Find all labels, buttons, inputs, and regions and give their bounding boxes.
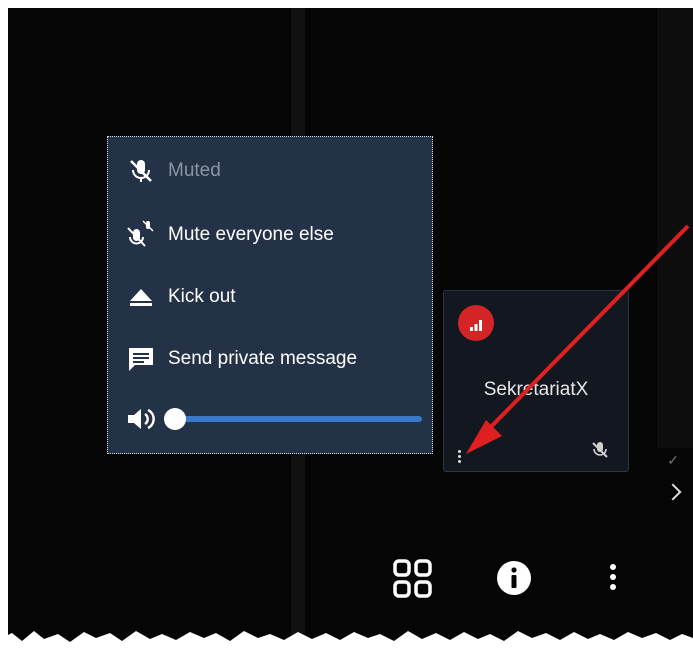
- grid-view-icon[interactable]: [392, 558, 434, 605]
- info-icon[interactable]: [496, 560, 532, 601]
- more-options-icon[interactable]: [606, 561, 620, 600]
- video-conference-stage: ✓ Muted Mute everyone else Kick out Send…: [8, 8, 693, 649]
- torn-paper-edge: [0, 631, 693, 649]
- annotation-arrow: [466, 224, 690, 454]
